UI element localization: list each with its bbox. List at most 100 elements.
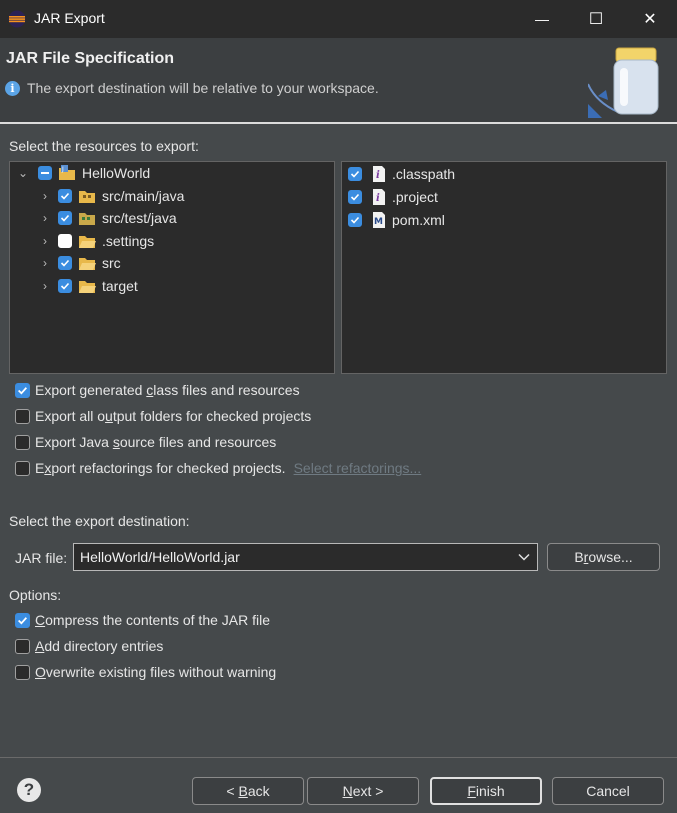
- tree-item-src-main-java[interactable]: › src/main/java: [38, 185, 184, 207]
- resource-tree[interactable]: ⌄ J HelloWorld › src/main/java › src/tes…: [9, 161, 335, 374]
- page-title: JAR File Specification: [6, 50, 175, 67]
- info-icon: i: [5, 81, 20, 96]
- compress-option[interactable]: Compress the contents of the JAR file: [15, 610, 270, 630]
- export-refactorings-checkbox[interactable]: [15, 460, 30, 476]
- svg-text:i: i: [376, 170, 380, 181]
- package-folder-icon: [78, 210, 96, 226]
- tree-checkbox-helloworld[interactable]: [38, 166, 52, 180]
- tree-checkbox-src[interactable]: [58, 256, 72, 270]
- export-class-files-option[interactable]: Export generated class files and resourc…: [15, 380, 300, 400]
- minimize-icon: —: [535, 11, 549, 27]
- export-source-files-option[interactable]: Export Java source files and resources: [15, 432, 276, 452]
- tree-item-src-test-java[interactable]: › src/test/java: [38, 207, 177, 229]
- package-folder-icon: [78, 188, 96, 204]
- chevron-right-icon[interactable]: ›: [38, 279, 52, 293]
- export-source-files-label: Export Java source files and resources: [35, 434, 277, 450]
- tree-item-label: src: [102, 255, 121, 271]
- file-item-label: pom.xml: [392, 212, 445, 228]
- help-icon[interactable]: ?: [17, 778, 41, 802]
- overwrite-checkbox[interactable]: [15, 664, 30, 680]
- tree-checkbox-target[interactable]: [58, 279, 72, 293]
- file-item-pom-xml[interactable]: M pom.xml: [348, 209, 445, 231]
- tree-item-label: HelloWorld: [82, 165, 151, 181]
- file-checkbox-project[interactable]: [348, 190, 362, 204]
- export-output-folders-checkbox[interactable]: [15, 408, 30, 424]
- tree-item-target[interactable]: › target: [38, 275, 138, 297]
- eclipse-logo-icon: [8, 10, 26, 28]
- export-source-files-checkbox[interactable]: [15, 434, 30, 450]
- export-class-files-checkbox[interactable]: [15, 382, 30, 398]
- file-checkbox-classpath[interactable]: [348, 167, 362, 181]
- chevron-right-icon[interactable]: ›: [38, 256, 52, 270]
- tree-item-src[interactable]: › src: [38, 252, 121, 274]
- file-item-label: .classpath: [392, 166, 456, 182]
- close-window-button[interactable]: ✕: [623, 0, 677, 38]
- jar-file-input[interactable]: [74, 544, 504, 570]
- file-item-label: .project: [392, 189, 438, 205]
- back-button[interactable]: < Back: [192, 777, 304, 805]
- destination-label: Select the export destination:: [9, 513, 190, 529]
- svg-text:J: J: [61, 166, 64, 173]
- file-icon: i: [370, 189, 388, 205]
- export-output-folders-option[interactable]: Export all output folders for checked pr…: [15, 406, 311, 426]
- maven-file-icon: M: [370, 212, 388, 228]
- export-refactorings-option[interactable]: Export refactorings for checked projects…: [15, 458, 421, 478]
- compress-checkbox[interactable]: [15, 612, 30, 628]
- file-item-project[interactable]: i .project: [348, 186, 438, 208]
- browse-button-label: Browse...: [574, 549, 633, 565]
- tree-item-label: src/main/java: [102, 188, 185, 204]
- svg-text:M: M: [374, 217, 383, 227]
- maximize-button[interactable]: ☐: [569, 0, 623, 38]
- wizard-header: JAR File Specification i The export dest…: [0, 38, 677, 124]
- overwrite-option[interactable]: Overwrite existing files without warning: [15, 662, 276, 682]
- resources-label: Select the resources to export:: [9, 138, 199, 154]
- jar-banner-icon: [588, 47, 659, 118]
- back-button-label: < Back: [226, 783, 270, 799]
- file-checkbox-pom-xml[interactable]: [348, 213, 362, 227]
- tree-item-label: src/test/java: [102, 210, 177, 226]
- next-button-label: Next >: [342, 783, 384, 799]
- chevron-right-icon[interactable]: ›: [38, 234, 52, 248]
- export-output-folders-label: Export all output folders for checked pr…: [35, 408, 312, 424]
- jar-file-label: JAR file:: [15, 550, 68, 566]
- jar-file-combo[interactable]: [73, 543, 538, 571]
- folder-icon: [78, 255, 96, 271]
- compress-label: Compress the contents of the JAR file: [35, 612, 271, 628]
- maximize-icon: ☐: [588, 11, 604, 28]
- window-title: JAR Export: [34, 10, 105, 26]
- resource-file-list[interactable]: i .classpath i .project M pom.xml: [341, 161, 667, 374]
- folder-icon: [78, 233, 96, 249]
- options-label: Options:: [9, 587, 62, 603]
- close-icon: ✕: [643, 11, 657, 28]
- chevron-right-icon[interactable]: ›: [38, 189, 52, 203]
- chevron-down-icon[interactable]: [511, 544, 537, 570]
- folder-icon: [78, 278, 96, 294]
- file-item-classpath[interactable]: i .classpath: [348, 163, 455, 185]
- title-bar: JAR Export — ☐ ✕: [0, 0, 677, 38]
- header-message: The export destination will be relative …: [27, 80, 379, 96]
- tree-checkbox-src-main-java[interactable]: [58, 189, 72, 203]
- svg-text:i: i: [376, 193, 380, 204]
- file-icon: i: [370, 166, 388, 182]
- add-directory-label: Add directory entries: [35, 638, 164, 654]
- export-refactorings-label: Export refactorings for checked projects…: [35, 460, 286, 476]
- browse-button[interactable]: Browse...: [547, 543, 660, 571]
- tree-checkbox-src-test-java[interactable]: [58, 211, 72, 225]
- next-button[interactable]: Next >: [307, 777, 419, 805]
- export-class-files-label: Export generated class files and resourc…: [35, 382, 300, 398]
- tree-item-settings[interactable]: › .settings: [38, 230, 154, 252]
- chevron-right-icon[interactable]: ›: [38, 211, 52, 225]
- tree-item-helloworld[interactable]: ⌄ J HelloWorld: [16, 162, 150, 184]
- tree-item-label: target: [102, 278, 138, 294]
- cancel-button[interactable]: Cancel: [552, 777, 664, 805]
- chevron-down-icon[interactable]: ⌄: [16, 166, 30, 180]
- add-directory-option[interactable]: Add directory entries: [15, 636, 163, 656]
- minimize-button[interactable]: —: [515, 0, 569, 38]
- select-refactorings-link[interactable]: Select refactorings...: [294, 460, 422, 476]
- project-icon: J: [58, 165, 76, 181]
- overwrite-label: Overwrite existing files without warning: [35, 664, 277, 680]
- finish-button-label: Finish: [467, 783, 505, 799]
- add-directory-checkbox[interactable]: [15, 638, 30, 654]
- finish-button[interactable]: Finish: [430, 777, 542, 805]
- tree-checkbox-settings[interactable]: [58, 234, 72, 248]
